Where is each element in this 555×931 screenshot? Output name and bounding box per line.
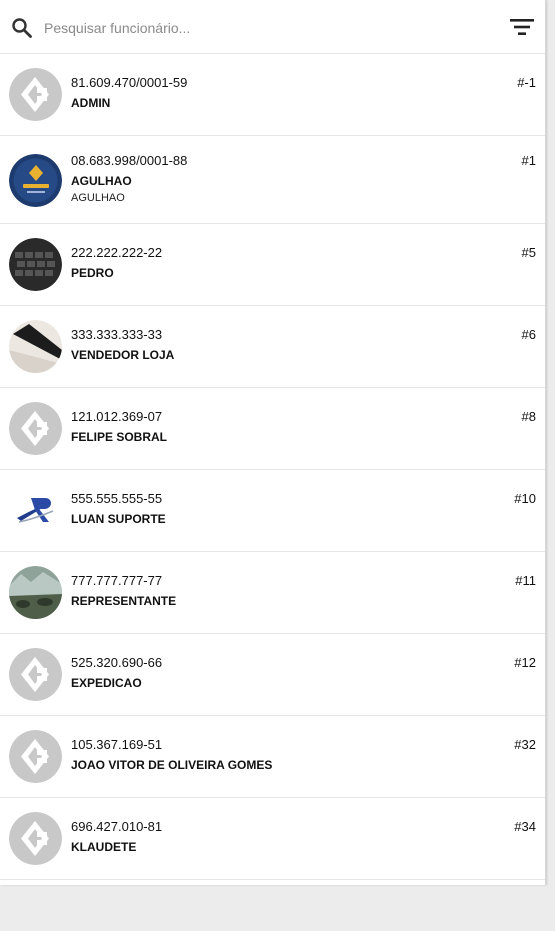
employee-name: REPRESENTANTE <box>71 594 177 608</box>
employee-panel: 81.609.470/0001-59 ADMIN #-1 08.683.998/000… <box>0 0 546 885</box>
employee-name: KLAUDETE <box>71 840 137 854</box>
search-bar <box>0 0 545 54</box>
employee-code: #5 <box>521 245 536 260</box>
employee-row[interactable]: 222.222.222-22 PEDRO #5 <box>0 224 545 306</box>
employee-name: FELIPE SOBRAL <box>71 430 168 444</box>
employee-document: 81.609.470/0001-59 <box>71 75 188 90</box>
employee-row[interactable]: 555.555.555-55 LUAN SUPORTE #10 <box>0 470 545 552</box>
employee-code: #-1 <box>517 75 536 90</box>
employee-document: 696.427.010-81 <box>71 819 163 834</box>
employee-document: 105.367.169-51 <box>71 737 163 752</box>
employee-code: #32 <box>514 737 536 752</box>
employee-code: #11 <box>515 573 536 588</box>
employee-document: 08.683.998/0001-88 <box>71 153 188 168</box>
employee-name: PEDRO <box>71 266 114 280</box>
employee-document: 333.333.333-33 <box>71 327 163 342</box>
employee-code: #12 <box>514 655 536 670</box>
employee-row[interactable]: 333.333.333-33 VENDEDOR LOJA #6 <box>0 306 545 388</box>
employee-code: #34 <box>514 819 536 834</box>
employee-name: ADMIN <box>71 96 111 110</box>
employee-code: #8 <box>521 409 536 424</box>
employee-row[interactable]: 81.609.470/0001-59 ADMIN #-1 <box>0 54 545 136</box>
employee-code: #6 <box>521 327 536 342</box>
avatar <box>9 484 62 537</box>
employee-list: 81.609.470/0001-59 ADMIN #-1 08.683.998/000… <box>0 54 545 880</box>
employee-name: VENDEDOR LOJA <box>71 348 175 362</box>
employee-code: #10 <box>514 491 536 506</box>
avatar <box>9 238 62 291</box>
search-icon[interactable] <box>10 16 34 40</box>
avatar <box>9 320 62 373</box>
employee-document: 121.012.369-07 <box>71 409 163 424</box>
employee-subtitle: AGULHAO <box>71 192 125 204</box>
employee-name: AGULHAO <box>71 174 132 188</box>
filter-icon[interactable] <box>507 14 537 40</box>
employee-code: #1 <box>521 153 536 168</box>
employee-row[interactable]: 105.367.169-51 JOAO VITOR DE OLIVEIRA GOM… <box>0 716 545 798</box>
employee-document: 777.777.777-77 <box>71 573 163 588</box>
avatar <box>9 812 62 865</box>
avatar <box>9 154 62 207</box>
employee-row[interactable]: 777.777.777-77 REPRESENTANTE #11 <box>0 552 545 634</box>
search-input[interactable] <box>44 14 484 42</box>
employee-document: 222.222.222-22 <box>71 245 163 260</box>
avatar <box>9 566 62 619</box>
employee-row[interactable]: 696.427.010-81 KLAUDETE #34 <box>0 798 545 880</box>
employee-document: 525.320.690-66 <box>71 655 163 670</box>
employee-row[interactable]: 121.012.369-07 FELIPE SOBRAL #8 <box>0 388 545 470</box>
avatar <box>9 648 62 701</box>
employee-name: LUAN SUPORTE <box>71 512 166 526</box>
avatar <box>9 730 62 783</box>
employee-name: JOAO VITOR DE OLIVEIRA GOMES <box>71 758 273 772</box>
employee-name: EXPEDICAO <box>71 676 142 690</box>
avatar <box>9 68 62 121</box>
avatar <box>9 402 62 455</box>
employee-row[interactable]: 08.683.998/0001-88 AGULHAO AGULHAO #1 <box>0 136 545 224</box>
employee-row[interactable]: 525.320.690-66 EXPEDICAO #12 <box>0 634 545 716</box>
employee-document: 555.555.555-55 <box>71 491 163 506</box>
